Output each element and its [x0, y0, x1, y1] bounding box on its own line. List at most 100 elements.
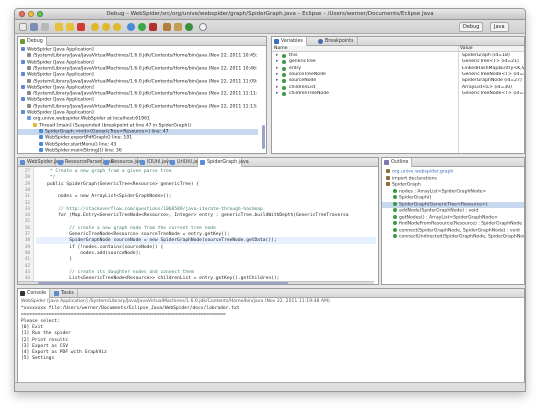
tab-outline[interactable]: Outline	[382, 158, 413, 167]
save-icon[interactable]	[30, 23, 38, 31]
column-name[interactable]: Name	[274, 46, 288, 52]
member-icon	[393, 221, 397, 225]
frame-icon	[39, 135, 43, 140]
package-icon	[386, 169, 390, 173]
editor-tab[interactable]: SpiderGraph.java	[198, 158, 249, 167]
console-header: WebSpider [Java Application] /System/Lib…	[21, 299, 330, 304]
tab-console[interactable]: Console	[18, 289, 51, 298]
tab-tasks[interactable]: Tasks	[52, 289, 78, 298]
tab-tasks-label: Tasks	[61, 291, 74, 296]
console-tabbar: Console Tasks	[18, 289, 524, 298]
outline-item[interactable]: SpiderGraph	[382, 182, 524, 188]
debug-tree-item[interactable]: /System/Library/Java/JavaVirtualMachines…	[18, 103, 258, 110]
tab-breakpoints[interactable]: Breakpoints	[316, 37, 358, 46]
editor-tab[interactable]: ResourceParser.java	[56, 158, 113, 167]
expand-triangle-icon[interactable]: ▸	[276, 91, 278, 97]
run-icon[interactable]	[138, 23, 146, 31]
editor-scroll-thumb[interactable]	[38, 282, 288, 284]
step-return-icon[interactable]	[113, 23, 121, 31]
console-line: [5] Settings	[21, 356, 55, 362]
expand-triangle-icon[interactable]: ▸	[276, 59, 278, 65]
console-line: [2] Print results	[21, 337, 69, 343]
outline-item[interactable]: import declarations	[382, 175, 524, 182]
variable-row[interactable]: ▸ genericTree GenericTree<T> (id=21)	[272, 59, 524, 65]
editor-tab-label: SpiderGraph.java	[207, 160, 249, 165]
step-over-icon[interactable]	[102, 23, 110, 31]
new-class-icon[interactable]	[185, 23, 193, 31]
outline-item[interactable]: SpiderGraph(GenericTree<Resource>)	[382, 201, 524, 208]
debug-tree-item[interactable]: WebSpider [Java Application]	[18, 110, 258, 116]
outline-item[interactable]: connect(SpiderGraphNode, SpiderGraphNode…	[382, 227, 524, 234]
tab-debug[interactable]: Debug	[18, 37, 47, 46]
debug-tree-item-label: WebSpider.main(String[]) line: 36	[45, 148, 122, 154]
variable-row[interactable]: ▸ sourceNode SpiderGraphNode (id=27)	[272, 78, 524, 84]
outline-item[interactable]: findNodeFromResource(Resource) : SpiderG…	[382, 221, 524, 227]
new-package-icon[interactable]	[174, 23, 182, 31]
variable-name: sourceTreeNode	[289, 71, 326, 77]
debug-tree-item[interactable]: SpiderGraph.<init>(GenericTree<Resource>…	[18, 128, 258, 135]
tab-variables[interactable]: Variables	[272, 37, 307, 46]
new-icon[interactable]	[19, 23, 27, 31]
outline-item[interactable]: addNode(SpiderGraphNode) : void	[382, 208, 524, 214]
perspective-java[interactable]: Java	[490, 22, 509, 32]
outline-item[interactable]: connectUndirected(SpiderGraphNode, Spide…	[382, 234, 524, 240]
perspective-debug[interactable]: Debug	[459, 22, 484, 32]
editor-tab[interactable]: Resource.java	[102, 158, 145, 167]
bug-icon	[20, 39, 25, 44]
outline-item[interactable]: getNodes() : ArrayList<SpiderGraphNode>	[382, 214, 524, 221]
debug-tree-item[interactable]: WebSpider.startMenu() line: 43	[18, 141, 258, 148]
terminate-icon[interactable]	[77, 23, 85, 31]
outline-tabbar: Outline	[382, 158, 524, 167]
new-java-project-icon[interactable]	[163, 23, 171, 31]
column-value[interactable]: Value	[460, 46, 473, 52]
expand-triangle-icon[interactable]: ▸	[276, 78, 278, 84]
variable-row[interactable]: ▸ sourceTreeNode GenericTreeNode<T> (id=24…	[272, 72, 524, 78]
outline-item-label: SpiderGraph	[392, 182, 421, 188]
debug-tree-item[interactable]: /System/Library/Java/JavaVirtualMachines…	[18, 53, 258, 59]
editor-tab[interactable]: IOUtil.java	[138, 158, 172, 167]
debug-tree-item[interactable]: WebSpider [Java Application]	[18, 84, 258, 91]
variable-value: ArrayList<E> (id=30)	[462, 84, 512, 90]
expand-triangle-icon[interactable]: ▸	[276, 85, 278, 91]
debug-tree-item[interactable]: WebSpider.main(String[]) line: 36	[18, 147, 258, 154]
editor-tab[interactable]: UrlUtil.java	[168, 158, 203, 167]
perspective-java-label: Java	[494, 24, 505, 30]
debug-tree-item[interactable]: /System/Library/Java/JavaVirtualMachines…	[18, 91, 258, 97]
package-icon	[386, 182, 390, 186]
debug-tree-item[interactable]: WebSpider [Java Application]	[18, 72, 258, 78]
debug-vertical-scrollbar[interactable]	[262, 125, 265, 149]
column-divider[interactable]	[458, 46, 459, 153]
expand-triangle-icon[interactable]: ▸	[276, 72, 278, 78]
print-icon[interactable]	[41, 23, 49, 31]
outline-item[interactable]: nodes : ArrayList<SpiderGraphNode>	[382, 188, 524, 195]
external-tools-icon[interactable]	[149, 23, 157, 31]
debug-tree-item-label: Thread [main] (Suspended (breakpoint at …	[39, 123, 191, 129]
resume-icon[interactable]	[55, 23, 63, 31]
variable-row[interactable]: ▸ entry LinkedHashMap$Entry<K,V> (id=24)	[272, 66, 524, 72]
step-into-icon[interactable]	[91, 23, 99, 31]
debug-tree-item[interactable]: WebSpider [Java Application]	[18, 59, 258, 66]
variable-row[interactable]: ▸ this SpiderGraph (id=18)	[272, 53, 524, 59]
variable-row[interactable]: ▸ childrenList ArrayList<E> (id=30)	[272, 85, 524, 91]
debug-tree-item[interactable]: WebSpider [Java Application]	[18, 97, 258, 103]
variables-view: Variables Breakpoints Name Value ▸ this Sp…	[271, 36, 525, 154]
debug-run-icon[interactable]	[127, 23, 135, 31]
editor-horizontal-scrollbar[interactable]	[18, 281, 374, 284]
outline-item[interactable]: SpiderGraph()	[382, 195, 524, 201]
expand-triangle-icon[interactable]: ▸	[276, 66, 278, 72]
variable-value: LinkedHashMap$Entry<K,V> (id=24)	[462, 65, 524, 71]
process-icon	[27, 103, 31, 108]
debug-tree-item[interactable]: /System/Library/Java/JavaVirtualMachines…	[18, 65, 258, 72]
debug-tree-item[interactable]: WebSpider [Java Application]	[18, 47, 258, 53]
variable-row[interactable]: ▸ childrenTreeNode GenericTreeNode<T> (id=…	[272, 91, 524, 97]
outline-item[interactable]: org.unive.webspider.graph	[382, 169, 524, 175]
debug-tree-item[interactable]: /System/Library/Java/JavaVirtualMachines…	[18, 78, 258, 85]
debug-tree-item[interactable]: WebSpider.exportPdfGraph() line: 101	[18, 135, 258, 141]
search-icon[interactable]	[199, 23, 207, 31]
debug-tree-item[interactable]: org.unive.webspider.WebSpider at localho…	[18, 116, 258, 122]
java-file-icon	[58, 160, 63, 165]
editor-tab[interactable]: WebSpider.java	[18, 158, 64, 167]
expand-triangle-icon[interactable]: ▸	[276, 53, 278, 59]
suspend-icon[interactable]	[66, 23, 74, 31]
debug-tree-item[interactable]: Thread [main] (Suspended (breakpoint at …	[18, 122, 258, 129]
